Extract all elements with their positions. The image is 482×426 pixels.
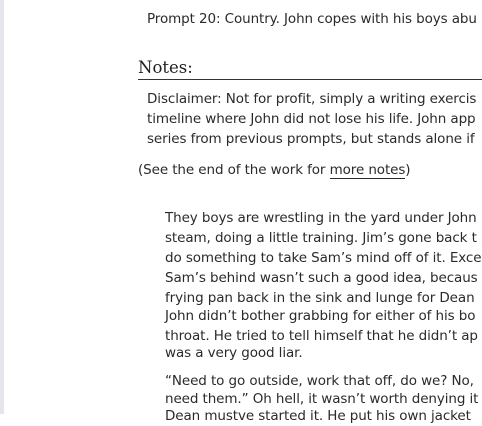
- notes-line: timeline where John did not lose his lif…: [147, 111, 476, 127]
- story-line: was a very good liar.: [165, 345, 303, 361]
- story-line: “Need to go outside, work that off, do w…: [165, 373, 474, 389]
- story-line: John didn’t bother grabbing for either o…: [165, 308, 476, 324]
- summary-text: Prompt 20: Country. John copes with his …: [147, 11, 477, 27]
- see-end-prefix: (See the end of the work for: [138, 162, 330, 178]
- story-line: steam, doing a little training. Jim’s go…: [165, 230, 477, 246]
- left-margin-bar: [0, 0, 4, 414]
- story-line: Dean mustve started it. He put his own j…: [165, 408, 471, 424]
- more-notes-link[interactable]: more notes: [329, 162, 405, 179]
- notes-line: Disclaimer: Not for profit, simply a wri…: [147, 91, 477, 107]
- see-end-suffix: ): [405, 162, 411, 178]
- story-line: do something to take Sam’s mind off of i…: [165, 250, 482, 266]
- notes-line: series from previous prompts, but stands…: [147, 131, 475, 147]
- story-line: frying pan back in the sink and lunge fo…: [165, 290, 475, 306]
- story-line: Sam’s behind wasn’t such a good idea, be…: [165, 270, 478, 286]
- notes-heading: Notes:: [138, 58, 482, 80]
- story-line: They boys are wrestling in the yard unde…: [165, 210, 477, 226]
- see-end-notes: (See the end of the work for more notes): [138, 160, 411, 180]
